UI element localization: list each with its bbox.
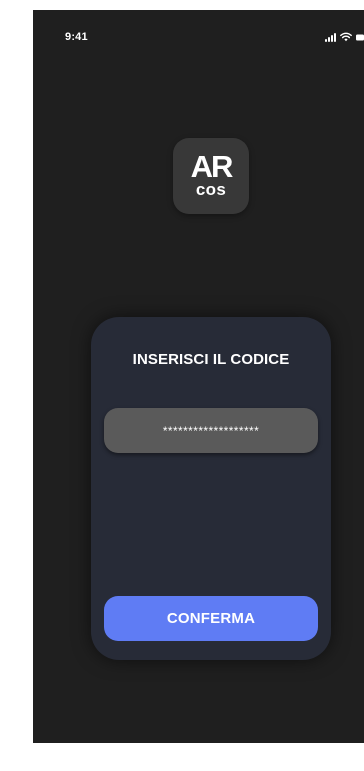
- confirm-button[interactable]: CONFERMA: [104, 596, 318, 641]
- arcos-logo-icon: AR cos: [191, 149, 235, 199]
- code-input[interactable]: [104, 408, 318, 453]
- wifi-icon: [340, 32, 352, 42]
- phone-screen: 9:41 AR cos INSERISCI IL CODICE ********…: [33, 10, 364, 743]
- code-entry-card: INSERISCI IL CODICE CONFERMA: [91, 317, 331, 660]
- card-title: INSERISCI IL CODICE: [132, 351, 290, 368]
- status-time: 9:41: [65, 31, 88, 43]
- logo-bottom-text: cos: [196, 180, 226, 199]
- status-bar: 9:41: [33, 10, 364, 50]
- cellular-signal-icon: [325, 32, 336, 42]
- app-logo: AR cos: [173, 138, 249, 214]
- battery-icon: [356, 33, 364, 42]
- status-icons: [325, 30, 364, 42]
- logo-top-text: AR: [191, 149, 233, 184]
